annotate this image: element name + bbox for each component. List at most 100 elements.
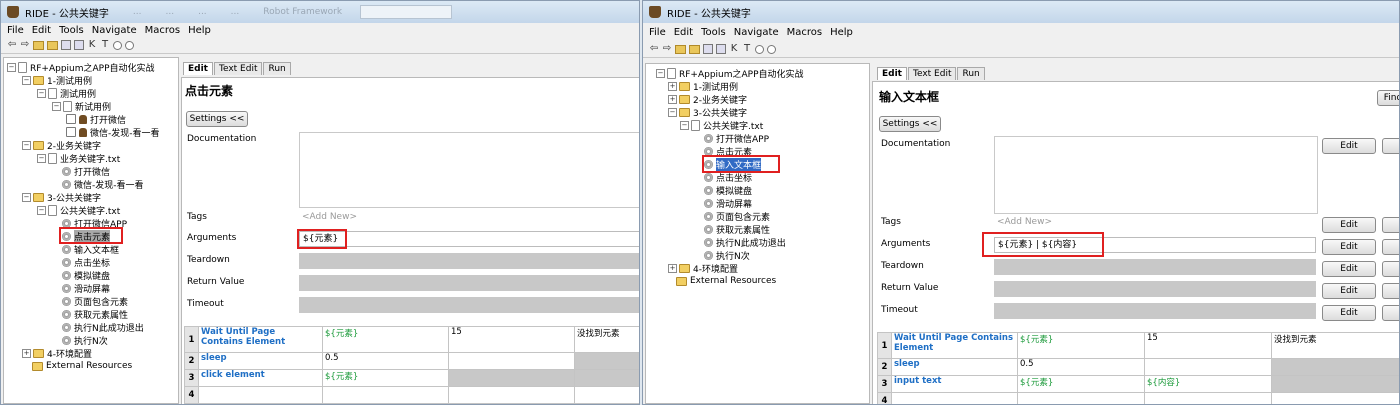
teardown-field[interactable] [994, 259, 1316, 275]
tree-item[interactable]: 点击坐标 [62, 256, 110, 269]
keyword-cell[interactable]: sleep [891, 358, 1018, 376]
teardown-field[interactable] [299, 253, 639, 269]
tab-text-edit[interactable]: Text Edit [213, 62, 263, 75]
menu-tools[interactable]: Tools [59, 25, 84, 36]
tree-item[interactable]: External Resources [676, 275, 776, 287]
tree-item[interactable]: 页面包含元素 [704, 210, 770, 223]
argument-cell[interactable]: 15 [1144, 332, 1272, 359]
tree-item[interactable]: 打开微信 [66, 113, 126, 126]
expand-icon[interactable]: + [668, 263, 677, 273]
tree-item[interactable]: External Resources [32, 360, 132, 372]
tree-item[interactable]: 执行N次 [62, 334, 108, 347]
menu-macros[interactable]: Macros [787, 27, 822, 38]
timeout-field[interactable] [299, 297, 639, 313]
tree-item[interactable]: 模拟键盘 [62, 269, 110, 282]
tree-item[interactable]: 页面包含元素 [62, 295, 128, 308]
argument-cell[interactable] [574, 369, 639, 387]
menu-macros[interactable]: Macros [145, 25, 180, 36]
teardown-clear-button[interactable] [1382, 261, 1399, 277]
tree-item[interactable]: 点击坐标 [704, 171, 752, 184]
argument-cell[interactable] [448, 352, 575, 370]
test-search-icon[interactable]: T [742, 44, 752, 54]
documentation-field[interactable] [299, 132, 639, 208]
argument-cell[interactable] [1271, 392, 1399, 404]
tree-item[interactable]: −3-公共关键字 [22, 191, 101, 204]
back-arrow-icon[interactable]: ⇦ [7, 40, 17, 50]
forward-arrow-icon[interactable]: ⇨ [662, 44, 672, 54]
row-number[interactable]: 3 [184, 369, 199, 387]
expand-icon[interactable]: + [668, 94, 677, 104]
open-directory-icon[interactable] [47, 40, 58, 50]
argument-cell[interactable] [322, 386, 449, 404]
row-number[interactable]: 1 [184, 326, 199, 353]
test-search-icon[interactable]: T [100, 40, 110, 50]
arguments-field[interactable]: ${元素} [299, 231, 639, 247]
tree-item[interactable]: 获取元素属性 [704, 223, 770, 236]
tree-item[interactable]: 滑动屏幕 [704, 197, 752, 210]
tab-edit[interactable]: Edit [877, 67, 907, 80]
open-folder-icon[interactable] [33, 40, 44, 50]
expand-icon[interactable]: + [668, 81, 677, 91]
collapse-icon[interactable]: − [37, 153, 46, 163]
stop-icon[interactable] [125, 40, 134, 50]
tree-item[interactable]: − 公共关键字.txt [680, 119, 763, 132]
open-directory-icon[interactable] [689, 44, 700, 54]
argument-cell[interactable]: ${元素} [1017, 375, 1145, 393]
checkbox[interactable] [66, 114, 76, 124]
keyword-cell[interactable]: click element [198, 369, 323, 387]
collapse-icon[interactable]: − [52, 101, 61, 111]
tree-item[interactable]: 打开微信APP [704, 132, 769, 145]
tree-item[interactable]: − 测试用例 [37, 87, 96, 100]
menu-file[interactable]: File [7, 25, 24, 36]
save-all-icon[interactable] [74, 40, 84, 50]
stop-icon[interactable] [767, 44, 776, 54]
argument-cell[interactable]: 0.5 [1017, 358, 1145, 376]
keyword-cell[interactable]: input text [891, 375, 1018, 393]
tags-edit-button[interactable]: Edit [1322, 217, 1376, 233]
tree-item[interactable]: −3-公共关键字 [668, 106, 747, 119]
return-value-field[interactable] [994, 281, 1316, 297]
menu-edit[interactable]: Edit [674, 27, 693, 38]
tree-item[interactable]: 输入文本框 [62, 243, 119, 256]
tree-item[interactable]: 打开微信APP [62, 217, 127, 230]
find-button[interactable]: Find [1377, 90, 1399, 106]
settings-toggle-button[interactable]: Settings << [186, 111, 248, 127]
tree-item[interactable]: −2-业务关键字 [22, 139, 101, 152]
open-folder-icon[interactable] [675, 44, 686, 54]
argument-cell[interactable]: ${元素} [1017, 332, 1145, 359]
argument-cell[interactable] [448, 369, 575, 387]
collapse-icon[interactable]: − [22, 140, 31, 150]
run-icon[interactable] [755, 44, 764, 54]
tree-item[interactable]: +2-业务关键字 [668, 93, 747, 106]
tree-item[interactable]: 点击元素 [704, 145, 752, 158]
arguments-edit-button[interactable]: Edit [1322, 239, 1376, 255]
tree-item[interactable]: 滑动屏幕 [62, 282, 110, 295]
menu-file[interactable]: File [649, 27, 666, 38]
collapse-icon[interactable]: − [37, 205, 46, 215]
forward-arrow-icon[interactable]: ⇨ [20, 40, 30, 50]
teardown-edit-button[interactable]: Edit [1322, 261, 1376, 277]
tree-item[interactable]: 模拟键盘 [704, 184, 752, 197]
menu-navigate[interactable]: Navigate [734, 27, 779, 38]
menu-help[interactable]: Help [188, 25, 211, 36]
tree-item[interactable]: − 业务关键字.txt [37, 152, 120, 165]
tab-text-edit[interactable]: Text Edit [907, 67, 957, 80]
argument-cell[interactable]: ${元素} [322, 326, 449, 353]
argument-cell[interactable]: 没找到元素 [574, 326, 639, 353]
timeout-edit-button[interactable]: Edit [1322, 305, 1376, 321]
keyword-search-icon[interactable]: K [729, 44, 739, 54]
tree-item-selected[interactable]: 点击元素 [62, 229, 111, 243]
row-number[interactable]: 1 [877, 332, 892, 359]
tab-edit[interactable]: Edit [183, 62, 213, 75]
collapse-icon[interactable]: − [22, 192, 31, 202]
keyword-cell[interactable] [891, 392, 1018, 404]
keyword-cell[interactable]: Wait Until Page Contains Element [198, 326, 323, 353]
tree-item[interactable]: − RF+Appium之APP自动化实战 [656, 67, 804, 80]
settings-toggle-button[interactable]: Settings << [879, 116, 941, 132]
argument-cell[interactable] [448, 386, 575, 404]
collapse-icon[interactable]: − [656, 68, 665, 78]
argument-cell[interactable] [1144, 358, 1272, 376]
tree-item[interactable]: − 公共关键字.txt [37, 204, 120, 217]
keyword-cell[interactable]: sleep [198, 352, 323, 370]
save-icon[interactable] [61, 40, 71, 50]
